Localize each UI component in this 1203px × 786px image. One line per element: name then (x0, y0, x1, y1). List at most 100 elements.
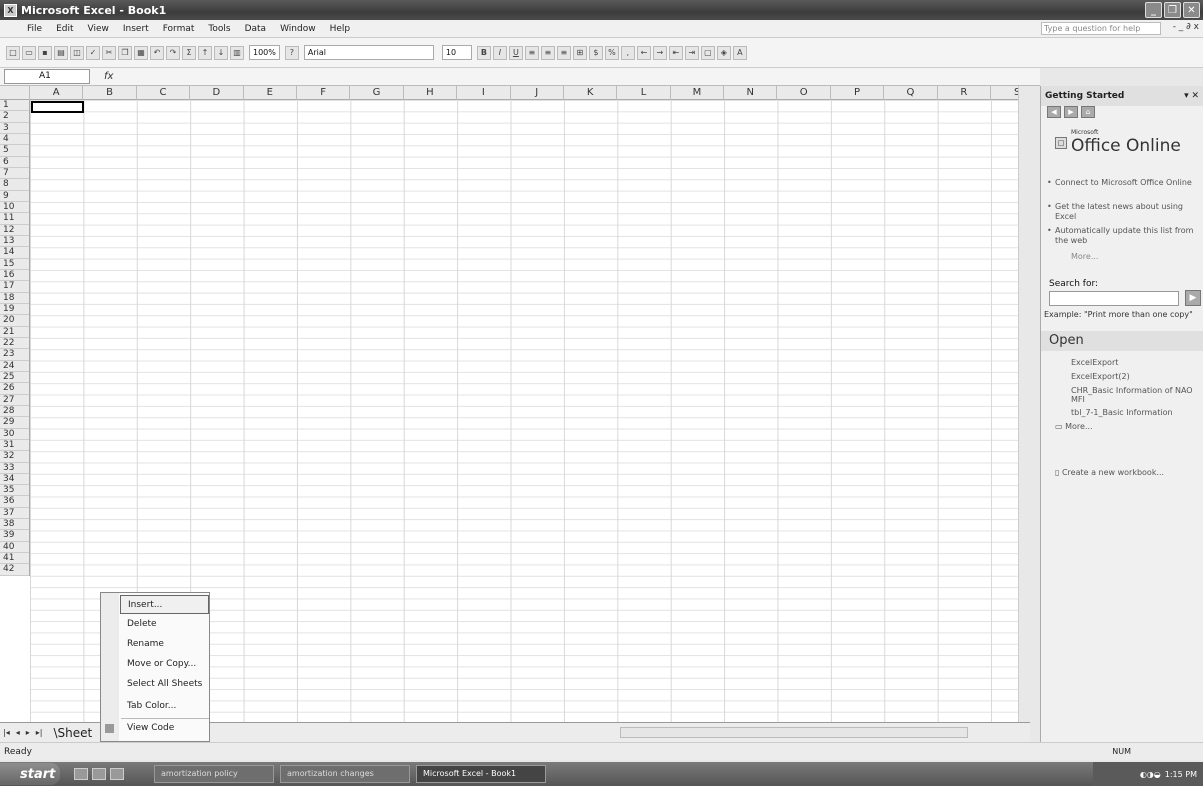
taskbar-item[interactable]: amortization policy (154, 765, 274, 783)
row-header[interactable]: 33 (0, 463, 29, 474)
search-go-icon[interactable]: ▶ (1185, 290, 1201, 306)
row-header[interactable]: 24 (0, 361, 29, 372)
recent-file[interactable]: ExcelExport(2) (1071, 372, 1201, 381)
row-header[interactable]: 29 (0, 417, 29, 429)
borders-icon[interactable]: ▢ (700, 45, 715, 60)
menu-file[interactable]: File (20, 24, 49, 34)
recent-file[interactable]: ExcelExport (1071, 358, 1201, 367)
chart-wizard-icon[interactable]: ▥ (230, 45, 244, 60)
spelling-icon[interactable]: ✓ (86, 45, 100, 60)
row-header[interactable]: 37 (0, 508, 29, 520)
row-header[interactable]: 26 (0, 383, 29, 395)
column-header[interactable]: M (671, 86, 725, 100)
home-icon[interactable]: ⌂ (1081, 106, 1095, 118)
context-move-copy[interactable]: Move or Copy... (120, 655, 209, 674)
row-header[interactable]: 28 (0, 406, 29, 418)
task-pane-close-icon[interactable]: ▾ ✕ (1184, 91, 1199, 101)
decrease-decimal-icon[interactable]: → (652, 45, 667, 60)
column-header[interactable]: G (350, 86, 404, 100)
column-header[interactable]: E (244, 86, 297, 100)
context-tab-color[interactable]: Tab Color... (120, 697, 209, 716)
row-header[interactable]: 9 (0, 191, 29, 202)
row-header[interactable]: 3 (0, 123, 29, 134)
column-header[interactable]: Q (884, 86, 938, 100)
sort-asc-icon[interactable]: ↑ (198, 45, 212, 60)
select-all-corner[interactable] (0, 86, 30, 100)
row-header[interactable]: 6 (0, 157, 29, 168)
sort-desc-icon[interactable]: ↓ (214, 45, 228, 60)
column-header[interactable]: P (831, 86, 885, 100)
italic-button[interactable]: I (492, 45, 507, 60)
create-workbook-link[interactable]: ▯ Create a new workbook... (1055, 468, 1164, 477)
first-sheet-button[interactable]: |◂ (0, 728, 13, 737)
close-button[interactable]: ✕ (1183, 2, 1200, 18)
fill-color-icon[interactable]: ◈ (716, 45, 731, 60)
horizontal-scrollbar[interactable] (620, 727, 968, 738)
menu-view[interactable]: View (81, 24, 116, 34)
menu-data[interactable]: Data (238, 24, 274, 34)
context-select-all-sheets[interactable]: Select All Sheets (120, 675, 209, 694)
recent-file[interactable]: tbl_7-1_Basic Information (1071, 408, 1201, 417)
row-header[interactable]: 38 (0, 519, 29, 531)
font-select[interactable]: Arial (303, 45, 434, 60)
fx-icon[interactable]: fx (104, 71, 113, 82)
row-header[interactable]: 34 (0, 474, 29, 486)
column-header[interactable]: A (30, 86, 84, 100)
quicklaunch-icon[interactable] (74, 768, 88, 780)
row-header[interactable]: 40 (0, 542, 29, 554)
start-button[interactable]: start (0, 763, 60, 785)
row-header[interactable]: 31 (0, 440, 29, 452)
row-header[interactable]: 15 (0, 259, 29, 270)
row-header[interactable]: 41 (0, 553, 29, 565)
taskbar-item[interactable]: amortization changes (280, 765, 410, 783)
copy-icon[interactable]: ❐ (118, 45, 132, 60)
row-header[interactable]: 1 (0, 100, 29, 112)
merge-center-icon[interactable]: ⊞ (572, 45, 587, 60)
column-header[interactable]: J (511, 86, 564, 100)
online-link[interactable]: Get the latest news about using Excel (1047, 202, 1203, 222)
menu-format[interactable]: Format (156, 24, 202, 34)
ask-question-input[interactable]: Type a question for help (1041, 22, 1161, 35)
row-header[interactable]: 42 (0, 564, 29, 576)
open-icon[interactable]: ▭ (22, 45, 36, 60)
recent-file[interactable]: CHR_Basic Information of NAO MFI (1071, 386, 1201, 404)
paste-icon[interactable]: ▦ (134, 45, 148, 60)
align-right-icon[interactable]: ≡ (556, 45, 571, 60)
row-header[interactable]: 8 (0, 179, 29, 191)
underline-button[interactable]: U (508, 45, 523, 60)
preview-icon[interactable]: ◫ (70, 45, 84, 60)
align-center-icon[interactable]: ≡ (540, 45, 555, 60)
column-header[interactable]: L (617, 86, 671, 100)
row-header[interactable]: 21 (0, 327, 29, 338)
row-header[interactable]: 23 (0, 349, 29, 361)
more-link[interactable]: More... (1071, 252, 1098, 261)
menu-window[interactable]: Window (273, 24, 323, 34)
help-icon[interactable]: ? (284, 45, 299, 60)
row-header[interactable]: 22 (0, 338, 29, 350)
menu-edit[interactable]: Edit (49, 24, 80, 34)
row-header[interactable]: 16 (0, 270, 29, 282)
next-sheet-button[interactable]: ▸ (23, 728, 33, 737)
row-header[interactable]: 25 (0, 372, 29, 384)
decrease-indent-icon[interactable]: ⇤ (668, 45, 683, 60)
sheet-tab[interactable]: \Sheet (49, 726, 96, 740)
row-header[interactable]: 5 (0, 145, 29, 157)
print-icon[interactable]: ▤ (54, 45, 68, 60)
row-header[interactable]: 30 (0, 429, 29, 440)
context-view-code[interactable]: View Code (120, 719, 209, 738)
row-header[interactable]: 7 (0, 168, 29, 180)
row-header[interactable]: 36 (0, 496, 29, 508)
save-icon[interactable]: ▪ (38, 45, 52, 60)
document-window-controls[interactable]: - _ ∂ x (1173, 22, 1199, 32)
open-more-link[interactable]: ▭ More... (1055, 422, 1185, 431)
row-header[interactable]: 39 (0, 530, 29, 542)
column-header[interactable]: F (297, 86, 351, 100)
menu-insert[interactable]: Insert (116, 24, 156, 34)
context-delete[interactable]: Delete (120, 615, 209, 634)
name-box[interactable]: A1 (4, 69, 90, 84)
undo-icon[interactable]: ↶ (150, 45, 164, 60)
cut-icon[interactable]: ✂ (102, 45, 116, 60)
percent-button[interactable]: % (604, 45, 619, 60)
currency-button[interactable]: $ (588, 45, 603, 60)
bold-button[interactable]: B (476, 45, 491, 60)
